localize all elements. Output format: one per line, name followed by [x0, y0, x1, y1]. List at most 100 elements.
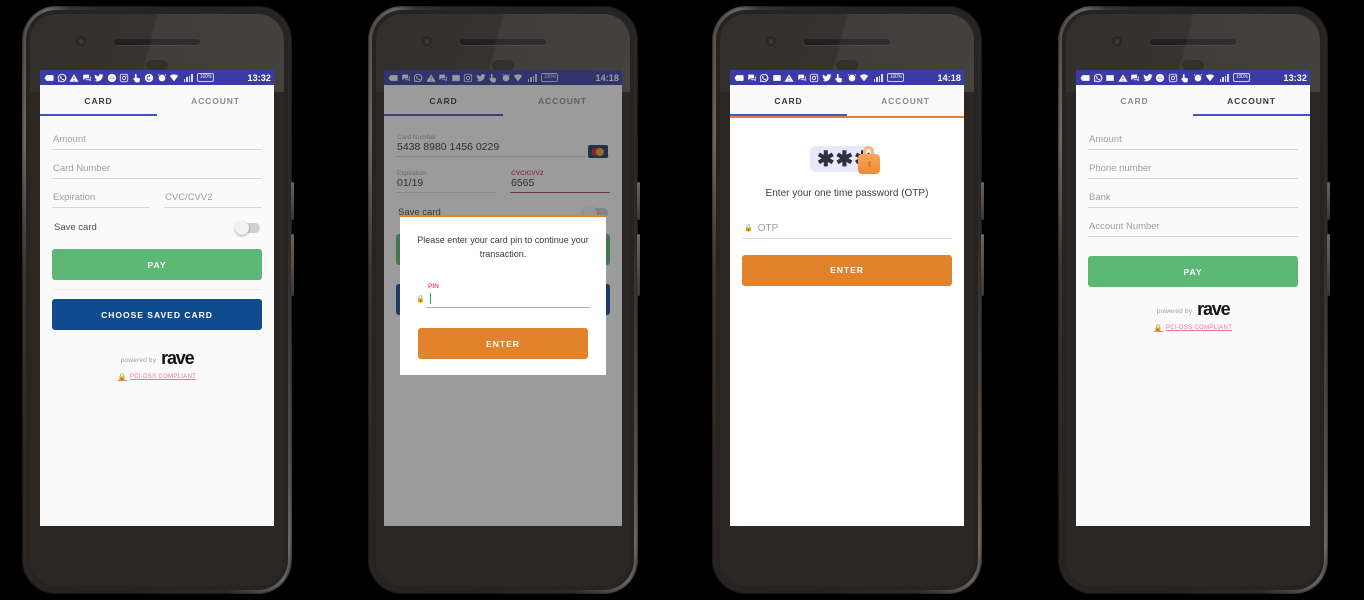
bank-field[interactable]: Bank — [1088, 188, 1298, 208]
power-button[interactable] — [291, 234, 294, 296]
cvc-field[interactable]: CVC/CVV2 — [164, 188, 262, 208]
cell-signal-icon — [1219, 74, 1229, 82]
earpiece-speaker — [804, 39, 890, 45]
phone-4-screen: 100% 13:32 CARD ACCOUNT Amount Phone num… — [1076, 70, 1310, 526]
tab-card[interactable]: CARD — [40, 85, 157, 116]
pci-dss-label: PCI-DSS COMPLIANT — [1165, 325, 1233, 331]
touch-pointer-icon — [1181, 73, 1189, 82]
sync-icon — [144, 73, 154, 82]
tab-card[interactable]: CARD — [1076, 85, 1193, 116]
orange-divider — [730, 116, 964, 118]
battery-indicator: 100% — [887, 73, 905, 82]
status-bar-icons: 100% — [44, 73, 242, 83]
tab-account[interactable]: ACCOUNT — [847, 85, 964, 116]
card-fields: Amount Card Number Expiration CVC/CVV2 — [52, 116, 262, 217]
card-number-placeholder: Card Number — [53, 163, 111, 174]
otp-input[interactable]: 🔒 OTP — [742, 223, 952, 238]
save-card-toggle[interactable] — [235, 220, 260, 235]
status-bar: 100% 14:18 — [730, 70, 964, 85]
front-camera-icon — [421, 36, 433, 48]
touch-pointer-icon — [132, 73, 140, 82]
phone-device-4: 100% 13:32 CARD ACCOUNT Amount Phone num… — [1058, 6, 1330, 594]
field-underline — [164, 207, 262, 208]
amount-placeholder: Amount — [53, 134, 86, 145]
phone-3-screen: 100% 14:18 CARD ACCOUNT ✱✱✱ Enter your o… — [730, 70, 964, 526]
brand-line: powered by rave — [1088, 299, 1298, 319]
cell-signal-icon — [873, 74, 883, 82]
pin-enter-button[interactable]: ENTER — [418, 328, 588, 360]
save-card-row[interactable]: Save card — [52, 220, 262, 235]
back-arrow-icon — [44, 74, 54, 81]
warning-icon — [69, 73, 79, 82]
pci-dss-link[interactable]: 🔒 PCI-DSS COMPLIANT — [1154, 324, 1232, 332]
tab-account[interactable]: ACCOUNT — [1193, 85, 1310, 116]
phone-number-field[interactable]: Phone number — [1088, 159, 1298, 179]
power-button[interactable] — [637, 234, 640, 296]
pay-button[interactable]: PAY — [1088, 256, 1298, 287]
card-number-field[interactable]: Card Number — [52, 159, 262, 179]
payment-tabs: CARD ACCOUNT — [730, 85, 964, 116]
powered-by-label: powered by — [1156, 308, 1193, 315]
messenger-dots-icon — [107, 73, 116, 82]
power-button[interactable] — [1327, 234, 1330, 296]
amount-field[interactable]: Amount — [1088, 130, 1298, 150]
warning-icon — [1117, 73, 1128, 82]
field-underline — [1088, 178, 1298, 179]
battery-indicator: 100% — [197, 73, 215, 82]
cvc-placeholder: CVC/CVV2 — [165, 192, 213, 203]
chat-bubbles-icon — [82, 74, 91, 81]
tab-card[interactable]: CARD — [730, 85, 847, 116]
field-underline — [1088, 207, 1298, 208]
account-fields: Amount Phone number Bank Account Number — [1088, 116, 1298, 237]
otp-prompt: Enter your one time password (OTP) — [765, 187, 929, 199]
screenshot-canvas: 100% 13:32 CARD ACCOUNT Amount Card Numb… — [0, 0, 1364, 600]
choose-saved-card-button[interactable]: CHOOSE SAVED CARD — [52, 299, 262, 330]
divider — [54, 289, 260, 290]
expiration-placeholder: Expiration — [53, 192, 96, 203]
phone-device-2: 100% 14:18 CARD ACCOUNT Card Number 5438… — [368, 6, 640, 594]
messenger-dots-icon — [1155, 73, 1165, 82]
card-pin-dialog: Please enter your card pin to continue y… — [400, 215, 606, 376]
battery-indicator: 100% — [1233, 73, 1251, 82]
account-number-field[interactable]: Account Number — [1088, 217, 1298, 237]
lock-icon: 🔒 — [117, 374, 127, 381]
volume-button[interactable] — [1327, 182, 1330, 220]
volume-button[interactable] — [291, 182, 294, 220]
earpiece-speaker — [114, 39, 200, 45]
pci-dss-link[interactable]: 🔒 PCI-DSS COMPLIANT — [118, 373, 196, 381]
touch-pointer-icon — [835, 73, 843, 82]
wifi-icon — [169, 73, 179, 81]
phone-device-3: 100% 14:18 CARD ACCOUNT ✱✱✱ Enter your o… — [712, 6, 984, 594]
expiration-field[interactable]: Expiration — [52, 188, 150, 208]
status-bar-icons: 100% — [734, 73, 932, 83]
twitter-icon — [821, 73, 832, 81]
power-button[interactable] — [981, 234, 984, 296]
amount-field[interactable]: Amount — [52, 130, 262, 150]
phone-1-screen: 100% 13:32 CARD ACCOUNT Amount Card Numb… — [40, 70, 274, 526]
rave-logo: rave — [161, 348, 194, 368]
tab-account[interactable]: ACCOUNT — [157, 85, 274, 116]
volume-button[interactable] — [637, 182, 640, 220]
pay-button[interactable]: PAY — [52, 249, 262, 280]
account-form: Amount Phone number Bank Account Number — [1076, 116, 1310, 526]
warning-icon — [784, 73, 794, 82]
powered-by-label: powered by — [120, 357, 157, 364]
chat-bubbles-icon — [1131, 74, 1139, 81]
chat-bubbles-icon — [747, 74, 756, 81]
payment-tabs: CARD ACCOUNT — [1076, 85, 1310, 116]
volume-button[interactable] — [981, 182, 984, 220]
twitter-icon — [1142, 73, 1153, 81]
status-clock: 14:18 — [937, 72, 961, 83]
rave-logo: rave — [1197, 299, 1230, 319]
tab-indicator — [730, 113, 847, 116]
amount-placeholder: Amount — [1089, 134, 1122, 145]
otp-enter-button[interactable]: ENTER — [742, 254, 952, 286]
back-arrow-icon — [734, 74, 744, 81]
status-bar: 100% 13:32 — [40, 70, 274, 85]
bank-placeholder: Bank — [1089, 192, 1111, 203]
text-caret — [429, 293, 432, 304]
pin-input[interactable]: 🔒 — [414, 290, 592, 307]
expiry-cvc-row: Expiration CVC/CVV2 — [52, 188, 262, 217]
instagram-icon — [1168, 73, 1177, 82]
card-form: Amount Card Number Expiration CVC/CVV2 S… — [40, 116, 274, 526]
